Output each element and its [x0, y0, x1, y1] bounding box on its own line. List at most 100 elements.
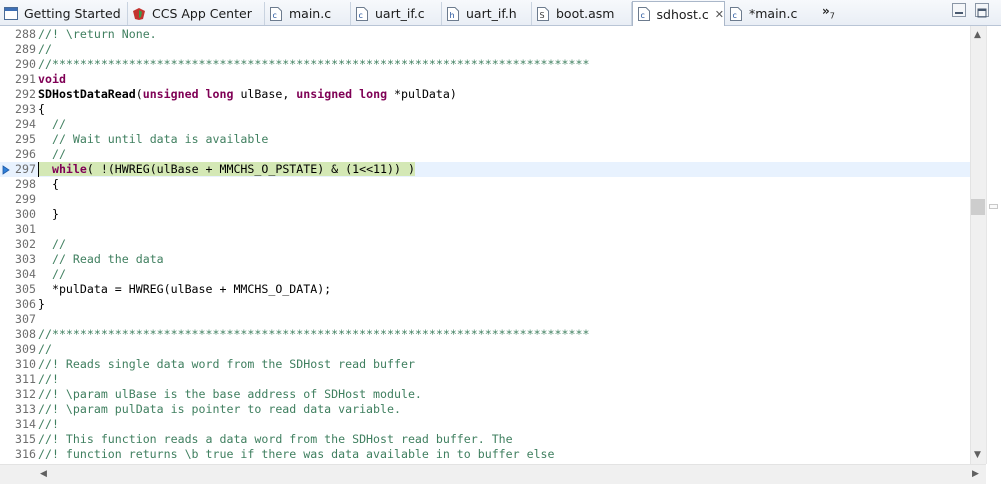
- code-line[interactable]: 310//! Reads single data word from the S…: [0, 357, 970, 372]
- svg-text:S: S: [540, 11, 545, 20]
- code-line[interactable]: 312//! \param ulBase is the base address…: [0, 387, 970, 402]
- tab-uart-if-c[interactable]: c uart_if.c: [351, 2, 442, 25]
- code-line[interactable]: 303 // Read the data: [0, 252, 970, 267]
- vertical-scrollbar[interactable]: ▲ ▼: [970, 26, 986, 464]
- code-line[interactable]: 298 {: [0, 177, 970, 192]
- code-text[interactable]: //! \return None.: [38, 27, 157, 42]
- line-number: 310: [15, 357, 36, 371]
- code-text[interactable]: //! \param ulBase is the base address of…: [38, 387, 422, 402]
- code-line[interactable]: 311//!: [0, 372, 970, 387]
- tab-main-c[interactable]: c main.c: [265, 2, 351, 25]
- code-text[interactable]: //: [38, 42, 52, 57]
- code-line[interactable]: 301: [0, 222, 970, 237]
- line-number: 297: [15, 162, 36, 176]
- line-number: 288: [15, 27, 36, 41]
- tab-ccs-app-center[interactable]: CCS App Center: [128, 2, 265, 25]
- code-line[interactable]: 296 //: [0, 147, 970, 162]
- code-text[interactable]: //! function returns \b true if there wa…: [38, 447, 555, 462]
- line-number: 304: [15, 267, 36, 281]
- code-line[interactable]: 313//! \param pulData is pointer to read…: [0, 402, 970, 417]
- tab-label: uart_if.c: [375, 6, 425, 21]
- code-line[interactable]: 290//***********************************…: [0, 57, 970, 72]
- tab-boot-asm[interactable]: S boot.asm: [532, 2, 632, 25]
- code-editor[interactable]: 288//! \return None. 289//290//**********…: [0, 26, 970, 462]
- tab-label: sdhost.c: [656, 6, 709, 22]
- maximize-button[interactable]: [975, 3, 989, 18]
- code-line[interactable]: 294 //: [0, 117, 970, 132]
- code-text[interactable]: void: [38, 72, 66, 87]
- code-text[interactable]: //**************************************…: [38, 57, 589, 72]
- code-line[interactable]: 314//!: [0, 417, 970, 432]
- scroll-right-icon[interactable]: ▶: [972, 469, 979, 479]
- editor-tab-bar: Getting Started CCS App Center c main.c …: [0, 0, 1001, 26]
- code-text[interactable]: //!: [38, 417, 59, 432]
- code-text[interactable]: }: [38, 297, 45, 312]
- code-text[interactable]: //!: [38, 372, 59, 387]
- code-line[interactable]: 308//***********************************…: [0, 327, 970, 342]
- svg-text:c: c: [273, 11, 277, 20]
- code-text[interactable]: //! Reads single data word from the SDHo…: [38, 357, 415, 372]
- code-line[interactable]: 302 //: [0, 237, 970, 252]
- ccs-logo-icon: [132, 7, 146, 21]
- code-text[interactable]: //**************************************…: [38, 327, 589, 342]
- code-text[interactable]: *pulData = HWREG(ulBase + MMCHS_O_DATA);: [38, 282, 331, 297]
- code-line[interactable]: 299: [0, 192, 970, 207]
- current-code-line[interactable]: 297 while( !(HWREG(ulBase + MMCHS_O_PSTA…: [0, 162, 970, 177]
- tab-main-c-modified[interactable]: c *main.c: [725, 2, 813, 25]
- code-text[interactable]: //: [38, 267, 66, 282]
- maximize-icon: [977, 8, 987, 18]
- tab-uart-if-h[interactable]: h uart_if.h: [442, 2, 532, 25]
- code-text[interactable]: //: [38, 342, 52, 357]
- scroll-down-icon[interactable]: ▼: [974, 450, 981, 460]
- code-text[interactable]: //: [38, 237, 66, 252]
- code-line[interactable]: 293{: [0, 102, 970, 117]
- line-number: 311: [15, 372, 36, 386]
- line-number: 302: [15, 237, 36, 251]
- code-text[interactable]: //! This function reads a data word from…: [38, 432, 513, 447]
- svg-text:c: c: [359, 11, 363, 20]
- code-text[interactable]: while( !(HWREG(ulBase + MMCHS_O_PSTATE) …: [38, 162, 415, 177]
- code-line[interactable]: 306}: [0, 297, 970, 312]
- code-line[interactable]: 292 SDHostDataRead(unsigned long ulBase, …: [0, 87, 970, 102]
- code-line[interactable]: 304 //: [0, 267, 970, 282]
- tab-label: Getting Started: [24, 6, 121, 21]
- scroll-left-icon[interactable]: ◀: [40, 469, 47, 479]
- tab-getting-started[interactable]: Getting Started: [0, 2, 128, 25]
- horizontal-scrollbar[interactable]: ◀ ▶: [0, 464, 986, 484]
- code-line[interactable]: 305 *pulData = HWREG(ulBase + MMCHS_O_DA…: [0, 282, 970, 297]
- minimize-button[interactable]: [952, 3, 966, 17]
- close-tab-icon[interactable]: ✕: [715, 8, 724, 21]
- tab-label: main.c: [289, 6, 332, 21]
- line-number: 301: [15, 222, 36, 236]
- vertical-scroll-thumb[interactable]: [971, 199, 985, 215]
- overview-ruler-marker[interactable]: [989, 204, 998, 209]
- code-line[interactable]: 291 void: [0, 72, 970, 87]
- code-text[interactable]: // Read the data: [38, 252, 164, 267]
- code-line[interactable]: 300 }: [0, 207, 970, 222]
- line-number: 307: [15, 312, 36, 326]
- code-line[interactable]: 309//: [0, 342, 970, 357]
- tab-sdhost-c[interactable]: c sdhost.c ✕: [632, 1, 725, 26]
- code-text[interactable]: SDHostDataRead(unsigned long ulBase, uns…: [38, 87, 457, 102]
- code-text[interactable]: {: [38, 177, 59, 192]
- line-number: 291: [15, 72, 36, 86]
- code-text[interactable]: }: [38, 207, 59, 222]
- code-line[interactable]: 289//: [0, 42, 970, 57]
- code-line[interactable]: 315//! This function reads a data word f…: [0, 432, 970, 447]
- line-number: 313: [15, 402, 36, 416]
- code-text[interactable]: //! \param pulData is pointer to read da…: [38, 402, 401, 417]
- code-line[interactable]: 288//! \return None.: [0, 27, 970, 42]
- scroll-up-icon[interactable]: ▲: [974, 30, 981, 40]
- code-line[interactable]: 307: [0, 312, 970, 327]
- code-line[interactable]: 295 // Wait until data is available: [0, 132, 970, 147]
- code-line[interactable]: 316//! function returns \b true if there…: [0, 447, 970, 462]
- code-text[interactable]: {: [38, 102, 45, 117]
- code-text[interactable]: // Wait until data is available: [38, 132, 268, 147]
- code-text[interactable]: //: [38, 147, 66, 162]
- code-text[interactable]: //: [38, 117, 66, 132]
- window-icon: [4, 7, 18, 21]
- line-number: 315: [15, 432, 36, 446]
- line-number: 295: [15, 132, 36, 146]
- h-file-icon: h: [446, 6, 460, 21]
- tab-overflow-button[interactable]: »7: [822, 4, 835, 20]
